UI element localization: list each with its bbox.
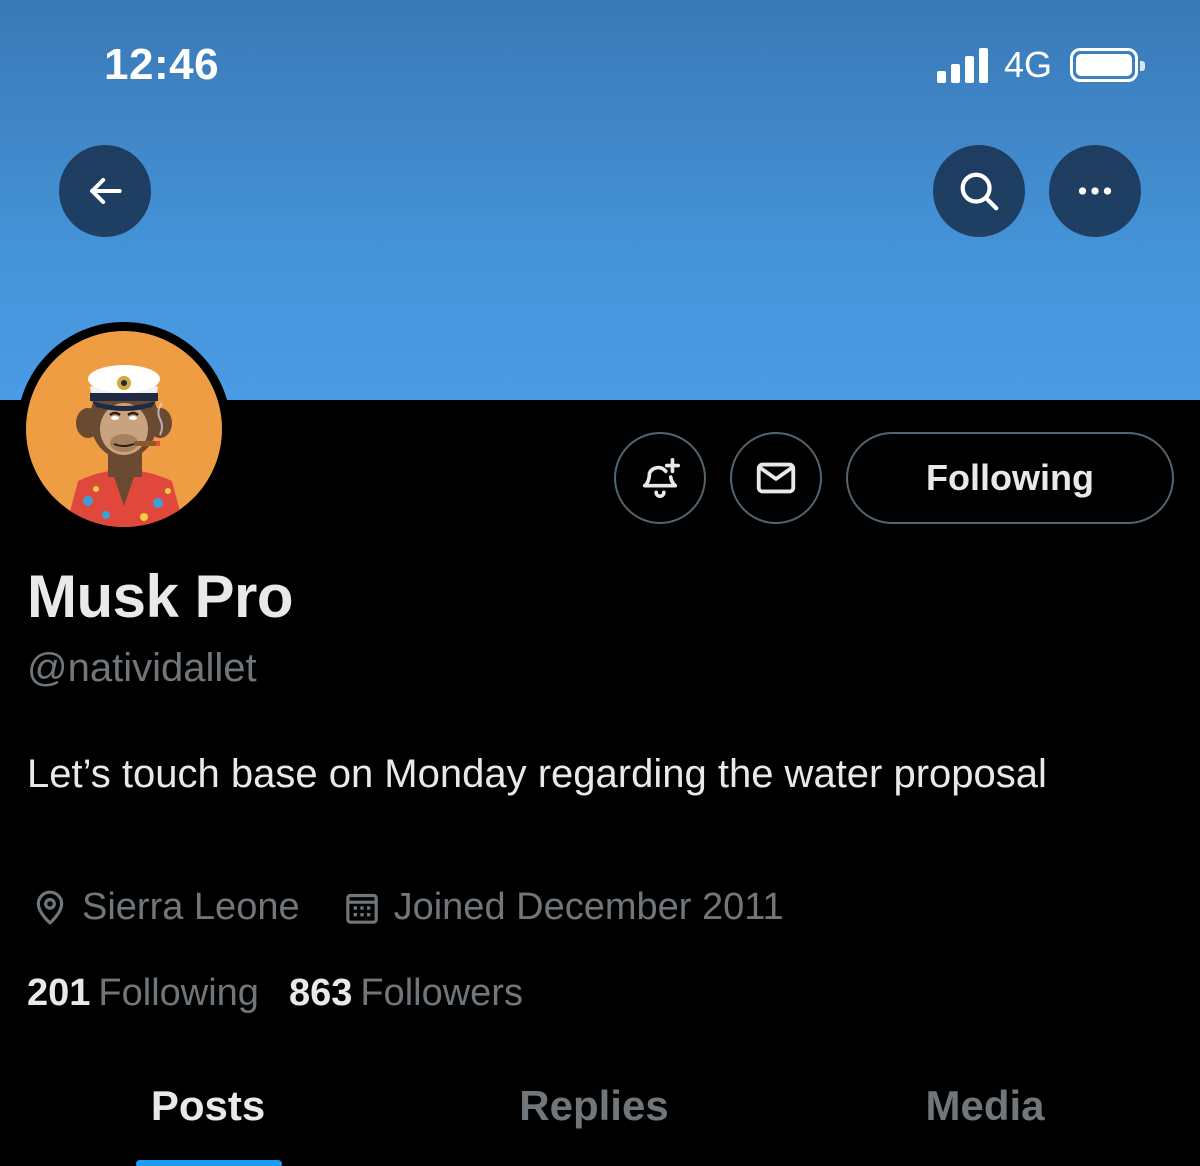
network-type: 4G (1003, 44, 1052, 85)
tab-media[interactable]: Media (925, 1082, 1044, 1130)
location-pin-icon (36, 890, 64, 925)
back-button[interactable] (59, 145, 151, 237)
ape-avatar-icon (66, 365, 184, 527)
following-count: 201 (27, 972, 91, 1014)
active-tab-indicator (136, 1160, 282, 1166)
battery-icon (1070, 48, 1145, 82)
notify-button[interactable] (614, 432, 706, 524)
more-options-button[interactable] (1049, 145, 1141, 237)
following-stat[interactable]: 201 Following (27, 972, 259, 1015)
envelope-icon (756, 462, 796, 494)
profile-meta: Sierra Leone Joined December 2011 (30, 886, 826, 929)
following-button[interactable]: Following (846, 432, 1174, 524)
search-button[interactable] (933, 145, 1025, 237)
status-indicators: 4G (936, 44, 1145, 86)
tab-posts[interactable]: Posts (151, 1082, 265, 1130)
calendar-icon (345, 893, 378, 924)
joined-item: Joined December 2011 (342, 886, 784, 929)
followers-label: Followers (360, 972, 523, 1014)
followers-count: 863 (288, 972, 353, 1014)
bell-plus-icon (642, 457, 681, 498)
following-label: Following (98, 972, 259, 1014)
follow-stats: 201 Following 863 Followers (27, 972, 553, 1015)
search-icon (960, 172, 999, 211)
profile-tabs: Posts Replies Media (0, 1060, 1200, 1166)
message-button[interactable] (730, 432, 822, 524)
arrow-left-icon (90, 177, 122, 205)
display-name: Musk Pro (27, 563, 294, 630)
location-item: Sierra Leone (30, 886, 300, 929)
user-handle: @nativi­dallet (27, 646, 257, 690)
avatar-frame[interactable] (17, 322, 231, 536)
battery-level (1076, 54, 1132, 76)
signal-strength-icon (936, 47, 988, 83)
tab-replies[interactable]: Replies (519, 1082, 668, 1130)
status-time: 12:46 (104, 40, 220, 89)
profile-bio: Let’s touch base on Monday regarding the… (27, 752, 1047, 796)
avatar[interactable] (26, 331, 222, 527)
joined-text: Joined December 2011 (393, 886, 784, 928)
followers-stat[interactable]: 863 Followers (289, 972, 523, 1015)
location-text: Sierra Leone (82, 886, 300, 928)
more-horizontal-icon (1078, 187, 1112, 195)
